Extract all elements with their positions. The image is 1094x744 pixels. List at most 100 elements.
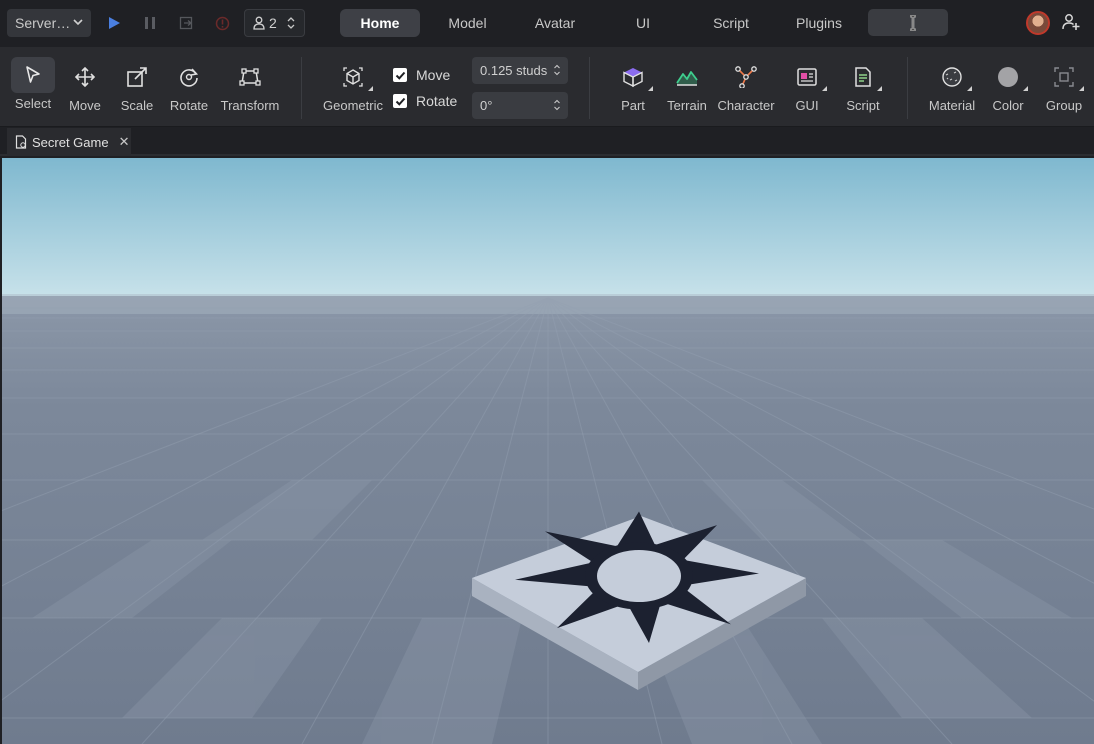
spinner-arrows-icon — [287, 17, 295, 29]
dropdown-triangle-icon — [822, 86, 827, 91]
geometric-label: Geometric — [323, 98, 383, 113]
rotate-icon — [178, 63, 200, 91]
checkmark-icon — [395, 97, 405, 106]
tab-home[interactable]: Home — [340, 9, 420, 37]
geometric-tool[interactable]: Geometric — [321, 47, 385, 127]
script-file-icon — [853, 63, 882, 91]
gui-label: GUI — [795, 98, 819, 113]
part-label: Part — [621, 98, 645, 113]
transform-label: Transform — [220, 98, 280, 113]
ribbon-tabs: Home Model Avatar UI Script Plugins — [340, 9, 867, 37]
character-label: Character — [717, 98, 775, 113]
transform-tool[interactable]: Transform — [219, 47, 281, 127]
document-icon — [15, 135, 27, 149]
search-cursor-icon — [910, 15, 916, 31]
toolbar-divider — [907, 57, 908, 119]
ribbon-toolbar: Select Move Scale Rotate Transform Geome… — [0, 47, 1094, 127]
scale-icon — [126, 63, 148, 91]
group-tool[interactable]: Group — [1044, 47, 1084, 127]
document-tab-title: Secret Game — [32, 134, 109, 150]
group-icon — [1053, 63, 1084, 91]
script-tool[interactable]: Script — [844, 47, 882, 127]
spinner-arrows-icon[interactable] — [554, 99, 560, 111]
rotate-snap-label: Rotate — [416, 93, 458, 109]
rotate-tool[interactable]: Rotate — [168, 47, 210, 127]
run-mode-dropdown[interactable]: Server… — [7, 9, 91, 37]
document-tab-strip: Secret Game ✕ — [0, 128, 1094, 156]
checkmark-icon — [395, 71, 405, 80]
dropdown-triangle-icon — [1079, 86, 1084, 91]
move-increment-input[interactable]: 0.125 studs — [472, 57, 568, 84]
player-count-value: 2 — [269, 15, 277, 31]
search-input[interactable] — [868, 9, 948, 36]
tab-avatar[interactable]: Avatar — [515, 9, 595, 37]
sky — [2, 158, 1094, 298]
part-cube-icon — [622, 63, 653, 91]
exit-button[interactable] — [173, 9, 199, 37]
play-button[interactable] — [101, 9, 127, 37]
script-label: Script — [846, 98, 880, 113]
rotate-increment-value: 0° — [480, 98, 493, 113]
color-tool[interactable]: Color — [989, 47, 1028, 127]
terrain-tool[interactable]: Terrain — [663, 47, 711, 127]
dropdown-triangle-icon — [648, 86, 653, 91]
chevron-down-icon — [73, 19, 83, 26]
move-snap-label: Move — [416, 67, 451, 83]
group-label: Group — [1045, 98, 1083, 113]
dropdown-triangle-icon — [1023, 86, 1028, 91]
pause-icon — [145, 17, 155, 29]
character-rig-icon — [734, 63, 758, 91]
snap-rotate-toggle[interactable]: Rotate — [393, 93, 457, 109]
move-increment-value: 0.125 studs — [480, 63, 548, 78]
tab-plugins[interactable]: Plugins — [771, 9, 867, 37]
dropdown-triangle-icon — [368, 86, 373, 91]
material-sphere-icon — [941, 63, 972, 91]
terrain-label: Terrain — [667, 98, 707, 113]
move-checkbox[interactable] — [393, 68, 407, 82]
dropdown-triangle-icon — [967, 86, 972, 91]
rotate-increment-input[interactable]: 0° — [472, 92, 568, 119]
snap-move-toggle[interactable]: Move — [393, 67, 450, 83]
tab-model[interactable]: Model — [420, 9, 515, 37]
gui-window-icon — [796, 63, 827, 91]
color-label: Color — [992, 98, 1024, 113]
spinner-arrows-icon[interactable] — [554, 64, 560, 76]
pause-button[interactable] — [137, 9, 163, 37]
close-icon[interactable]: ✕ — [119, 134, 130, 150]
rotate-label: Rotate — [169, 98, 209, 113]
cursor-arrow-icon — [11, 57, 55, 93]
select-label: Select — [14, 96, 52, 111]
play-icon — [109, 17, 120, 29]
color-swatch-icon — [997, 63, 1028, 91]
rotate-checkbox[interactable] — [393, 94, 407, 108]
top-bar: Server… 2 Home Model Avatar UI Script Pl… — [0, 0, 1094, 47]
exit-icon — [179, 16, 193, 30]
scale-tool[interactable]: Scale — [118, 47, 156, 127]
select-tool[interactable]: Select — [11, 47, 55, 127]
dropdown-triangle-icon — [877, 86, 882, 91]
user-avatar[interactable] — [1026, 11, 1050, 35]
stop-button[interactable] — [209, 9, 235, 37]
stop-icon — [215, 16, 229, 30]
tab-script[interactable]: Script — [691, 9, 771, 37]
gui-tool[interactable]: GUI — [790, 47, 827, 127]
add-friend-icon[interactable] — [1062, 13, 1080, 31]
character-tool[interactable]: Character — [716, 47, 776, 127]
document-tab-secret-game[interactable]: Secret Game ✕ — [7, 128, 131, 156]
scene-render — [2, 158, 1094, 744]
run-mode-label: Server… — [15, 15, 71, 31]
move-arrows-icon — [74, 63, 96, 91]
toolbar-divider — [301, 57, 302, 119]
material-label: Material — [928, 98, 976, 113]
tab-ui[interactable]: UI — [595, 9, 691, 37]
3d-viewport[interactable] — [2, 158, 1094, 744]
person-icon — [253, 16, 265, 30]
toolbar-divider — [589, 57, 590, 119]
material-tool[interactable]: Material — [926, 47, 978, 127]
move-label: Move — [69, 98, 101, 113]
player-count-stepper[interactable]: 2 — [244, 9, 305, 37]
part-tool[interactable]: Part — [614, 47, 653, 127]
transform-icon — [239, 63, 261, 91]
terrain-icon — [675, 63, 699, 91]
move-tool[interactable]: Move — [66, 47, 104, 127]
